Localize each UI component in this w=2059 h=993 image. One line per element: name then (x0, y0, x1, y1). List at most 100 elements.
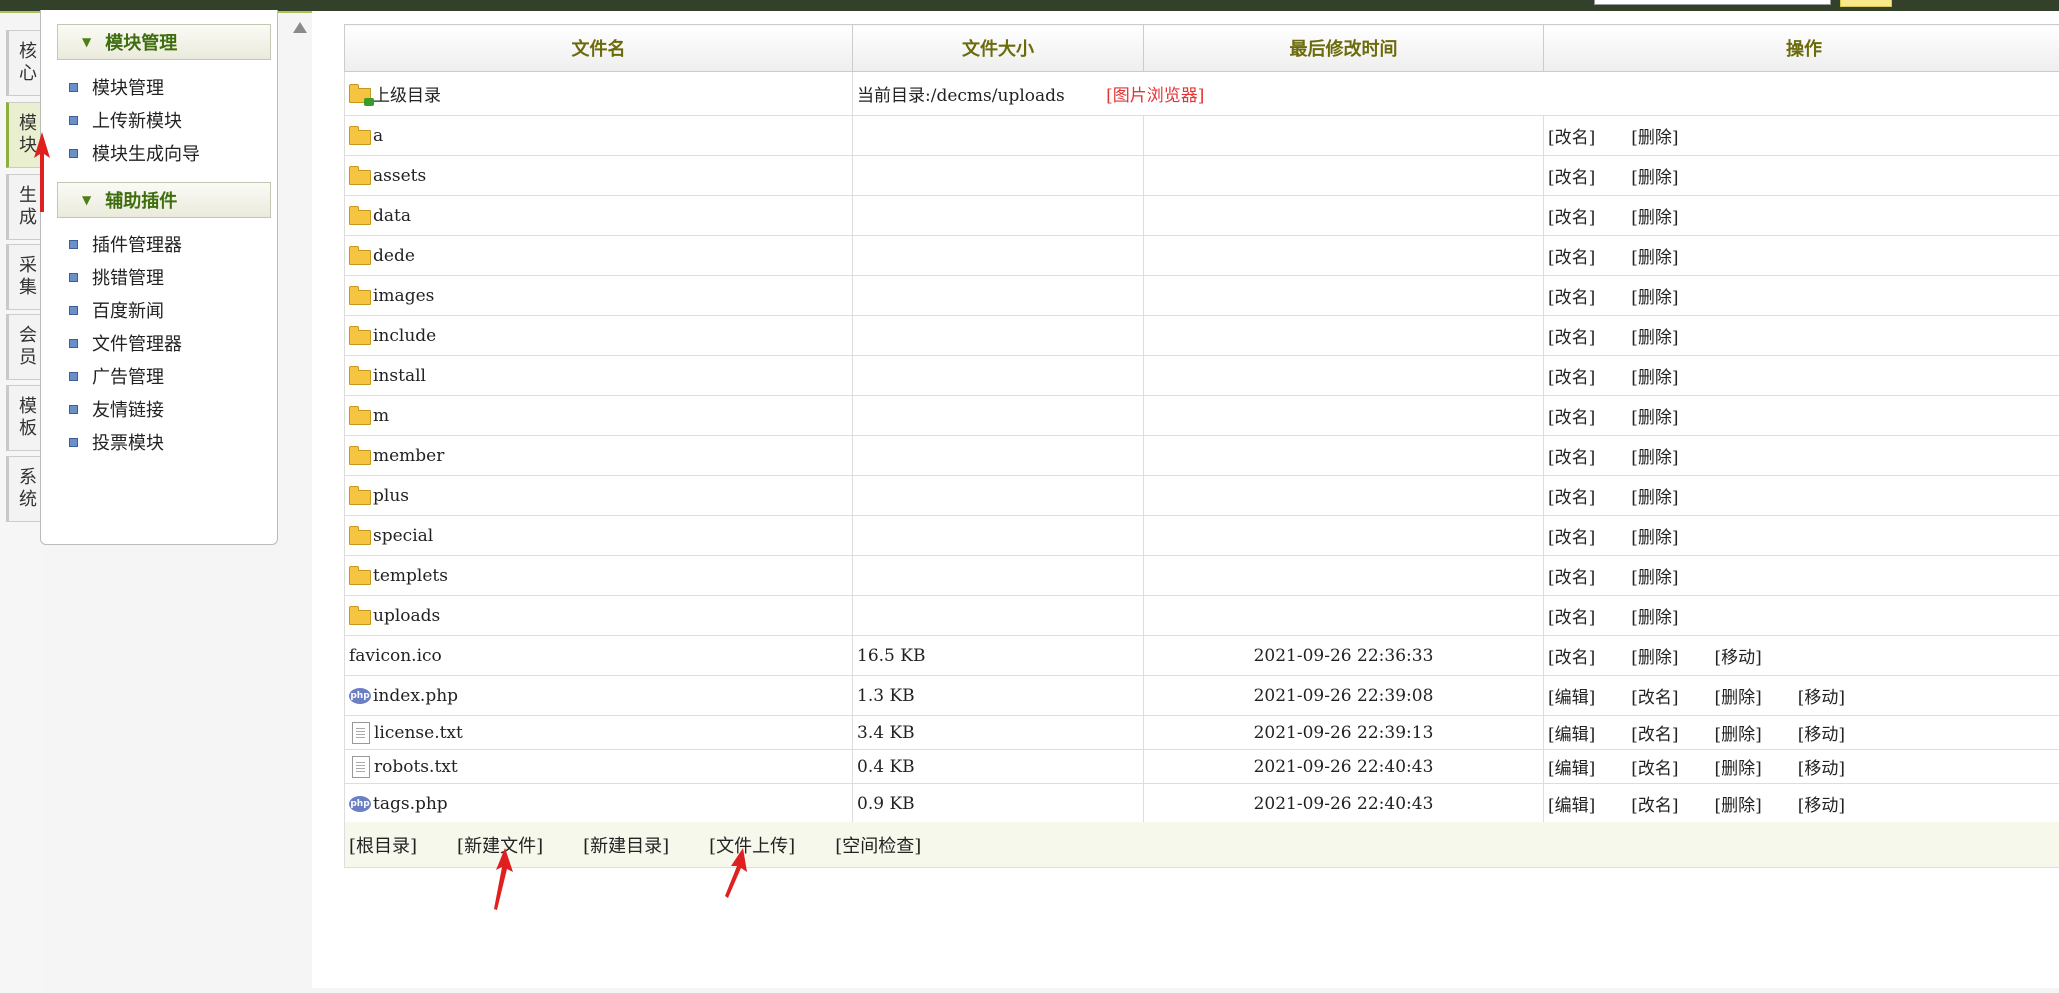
file-name-link[interactable]: index.php (373, 686, 458, 706)
folder-name-link[interactable]: special (373, 526, 433, 546)
delete-link[interactable]: [删除] (1631, 443, 1678, 468)
delete-link[interactable]: [删除] (1631, 403, 1678, 428)
move-link[interactable]: [移动] (1798, 683, 1845, 708)
rename-link[interactable]: [改名] (1548, 323, 1595, 348)
rename-link[interactable]: [改名] (1548, 523, 1595, 548)
rename-link[interactable]: [改名] (1631, 791, 1678, 816)
folder-name-link[interactable]: templets (373, 566, 448, 586)
annotation-arrow-upload (723, 848, 749, 898)
delete-link[interactable]: [删除] (1631, 523, 1678, 548)
move-link[interactable]: [移动] (1798, 720, 1845, 745)
annotation-arrow-new-file (491, 848, 515, 910)
bullet-icon (69, 240, 78, 249)
new-dir-link[interactable]: [新建目录] (583, 832, 669, 858)
rename-link[interactable]: [改名] (1631, 683, 1678, 708)
tab-collect[interactable]: 采集 (6, 244, 43, 310)
delete-link[interactable]: [删除] (1715, 754, 1762, 779)
folder-name-link[interactable]: data (373, 206, 411, 226)
menu-item-error-manage[interactable]: 挑错管理 (69, 264, 164, 290)
rename-link[interactable]: [改名] (1548, 443, 1595, 468)
menu-item-module-manage[interactable]: 模块管理 (69, 74, 164, 100)
folder-name-link[interactable]: include (373, 326, 436, 346)
collapse-up-icon[interactable] (293, 22, 307, 33)
delete-link[interactable]: [删除] (1715, 683, 1762, 708)
menu-group-module-manage[interactable]: ▼ 模块管理 (57, 24, 271, 60)
file-table: 文件名 文件大小 最后修改时间 操作 上级目录 当前目录:/decms/uplo… (344, 24, 2059, 824)
root-dir-link[interactable]: [根目录] (349, 832, 417, 858)
rename-link[interactable]: [改名] (1631, 754, 1678, 779)
table-row: data [改名] [删除] (345, 196, 2059, 236)
folder-name-link[interactable]: a (373, 126, 383, 146)
top-search-input[interactable] (1594, 0, 1831, 5)
parent-dir-link[interactable]: 上级目录 (373, 81, 441, 106)
move-link[interactable]: [移动] (1798, 754, 1845, 779)
folder-name-link[interactable]: member (373, 446, 444, 466)
rename-link[interactable]: [改名] (1548, 483, 1595, 508)
table-row: member [改名] [删除] (345, 436, 2059, 476)
delete-link[interactable]: [删除] (1631, 563, 1678, 588)
folder-name-link[interactable]: m (373, 406, 389, 426)
folder-name-link[interactable]: install (373, 366, 426, 386)
delete-link[interactable]: [删除] (1631, 123, 1678, 148)
rename-link[interactable]: [改名] (1548, 563, 1595, 588)
top-search-button[interactable] (1840, 0, 1892, 7)
rename-link[interactable]: [改名] (1548, 203, 1595, 228)
menu-item-vote-module[interactable]: 投票模块 (69, 429, 164, 455)
delete-link[interactable]: [删除] (1631, 203, 1678, 228)
rename-link[interactable]: [改名] (1548, 363, 1595, 388)
delete-link[interactable]: [删除] (1715, 720, 1762, 745)
rename-link[interactable]: [改名] (1548, 283, 1595, 308)
menu-item-ad-manage[interactable]: 广告管理 (69, 363, 164, 389)
rename-link[interactable]: [改名] (1548, 163, 1595, 188)
folder-icon (349, 570, 371, 585)
menu-group-plugins[interactable]: ▼ 辅助插件 (57, 182, 271, 218)
image-browser-link[interactable]: [图片浏览器] (1106, 86, 1204, 106)
folder-name-link[interactable]: assets (373, 166, 426, 186)
rename-link[interactable]: [改名] (1548, 403, 1595, 428)
file-name-link[interactable]: robots.txt (374, 757, 458, 777)
file-name-link[interactable]: tags.php (373, 794, 448, 814)
file-name-link[interactable]: favicon.ico (349, 646, 442, 666)
tab-template[interactable]: 模板 (6, 385, 43, 451)
delete-link[interactable]: [删除] (1631, 283, 1678, 308)
edit-link[interactable]: [编辑] (1548, 720, 1595, 745)
delete-link[interactable]: [删除] (1631, 363, 1678, 388)
edit-link[interactable]: [编辑] (1548, 791, 1595, 816)
tab-member[interactable]: 会员 (6, 314, 43, 380)
menu-item-file-manager[interactable]: 文件管理器 (69, 330, 182, 356)
menu-item-upload-module[interactable]: 上传新模块 (69, 107, 182, 133)
triangle-down-icon: ▼ (82, 193, 91, 207)
edit-link[interactable]: [编辑] (1548, 754, 1595, 779)
menu-item-plugin-manager[interactable]: 插件管理器 (69, 231, 182, 257)
file-size: 0.4 KB (857, 757, 915, 777)
space-check-link[interactable]: [空间检查] (835, 832, 921, 858)
delete-link[interactable]: [删除] (1631, 163, 1678, 188)
tab-core[interactable]: 核心 (6, 30, 43, 96)
move-link[interactable]: [移动] (1715, 643, 1762, 668)
menu-item-friend-links[interactable]: 友情链接 (69, 396, 164, 422)
delete-link[interactable]: [删除] (1631, 323, 1678, 348)
folder-name-link[interactable]: dede (373, 246, 415, 266)
table-row: templets [改名] [删除] (345, 556, 2059, 596)
delete-link[interactable]: [删除] (1631, 603, 1678, 628)
delete-link[interactable]: [删除] (1631, 483, 1678, 508)
tab-system[interactable]: 系统 (6, 456, 43, 522)
menu-item-module-wizard[interactable]: 模块生成向导 (69, 140, 200, 166)
rename-link[interactable]: [改名] (1548, 123, 1595, 148)
rename-link[interactable]: [改名] (1548, 243, 1595, 268)
rename-link[interactable]: [改名] (1631, 720, 1678, 745)
menu-item-baidu-news[interactable]: 百度新闻 (69, 297, 164, 323)
folder-name-link[interactable]: images (373, 286, 434, 306)
delete-link[interactable]: [删除] (1631, 643, 1678, 668)
rename-link[interactable]: [改名] (1548, 603, 1595, 628)
bullet-icon (69, 306, 78, 315)
folder-name-link[interactable]: plus (373, 486, 409, 506)
delete-link[interactable]: [删除] (1715, 791, 1762, 816)
delete-link[interactable]: [删除] (1631, 243, 1678, 268)
file-name-link[interactable]: license.txt (374, 723, 463, 743)
folder-name-link[interactable]: uploads (373, 606, 440, 626)
edit-link[interactable]: [编辑] (1548, 683, 1595, 708)
move-link[interactable]: [移动] (1798, 791, 1845, 816)
folder-icon (349, 450, 371, 465)
rename-link[interactable]: [改名] (1548, 643, 1595, 668)
